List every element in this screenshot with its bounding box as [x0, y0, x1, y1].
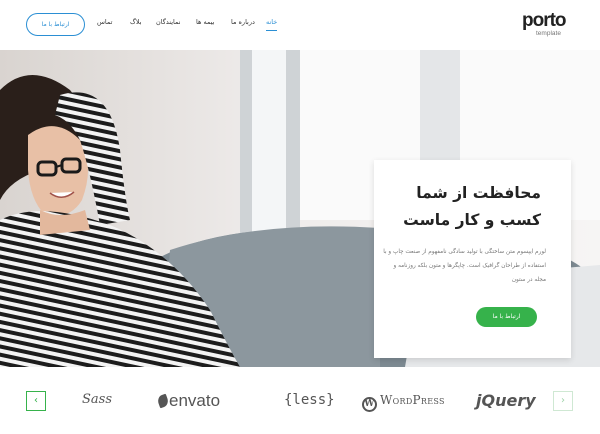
nav-item-insurance[interactable]: بیمه ها [196, 18, 215, 32]
carousel-prev-button[interactable]: ‹ [26, 391, 46, 411]
carousel-next-button[interactable]: › [553, 391, 573, 411]
chevron-left-icon: ‹ [34, 395, 38, 406]
porto-logo[interactable]: porto template [522, 11, 574, 39]
brand-logo-wordpress: W WordPress [362, 393, 445, 413]
nav-item-about[interactable]: درباره ما [231, 18, 255, 32]
hero-title: محافظت از شما کسب و کار ماست [381, 180, 541, 234]
wordpress-icon: W [362, 397, 377, 412]
site-header: ارتباط با ما تماس بلاگ نمایندگان بیمه ها… [0, 0, 600, 50]
chevron-right-icon: › [561, 395, 565, 406]
brand-logo-sass: Sass [82, 392, 112, 407]
brands-carousel: ‹ Sass envato {less} W WordPress jQuery › [0, 367, 600, 434]
active-underline [266, 30, 278, 31]
logo-wordmark: porto [522, 10, 567, 31]
hero-card: محافظت از شما کسب و کار ماست لورم ایپسوم… [374, 160, 571, 358]
brand-logo-less: {less} [284, 392, 335, 408]
hero-section: محافظت از شما کسب و کار ماست لورم ایپسوم… [0, 50, 600, 367]
hero-contact-button[interactable]: ارتباط با ما [476, 307, 537, 327]
brand-logo-jquery: jQuery [476, 391, 536, 410]
nav-item-contact[interactable]: تماس [97, 18, 112, 32]
brand-envato-label: envato [169, 391, 221, 410]
hero-title-line1: محافظت از شما [416, 184, 541, 202]
logo-tagline: template [536, 30, 561, 37]
nav-item-blog[interactable]: بلاگ [130, 18, 142, 32]
nav-item-agents[interactable]: نمایندگان [156, 18, 181, 32]
brand-logo-envato: envato [156, 391, 221, 411]
hero-body-text: لورم ایپسوم متن ساختگی با تولید سادگی نا… [383, 249, 546, 283]
nav-item-home-label: خانه [266, 18, 278, 26]
header-contact-button[interactable]: ارتباط با ما [26, 13, 85, 36]
brand-wordpress-label: WordPress [380, 393, 445, 407]
nav-item-home[interactable]: خانه [266, 18, 278, 32]
envato-leaf-icon [156, 393, 170, 409]
hero-title-line2: کسب و کار ماست [403, 211, 541, 229]
